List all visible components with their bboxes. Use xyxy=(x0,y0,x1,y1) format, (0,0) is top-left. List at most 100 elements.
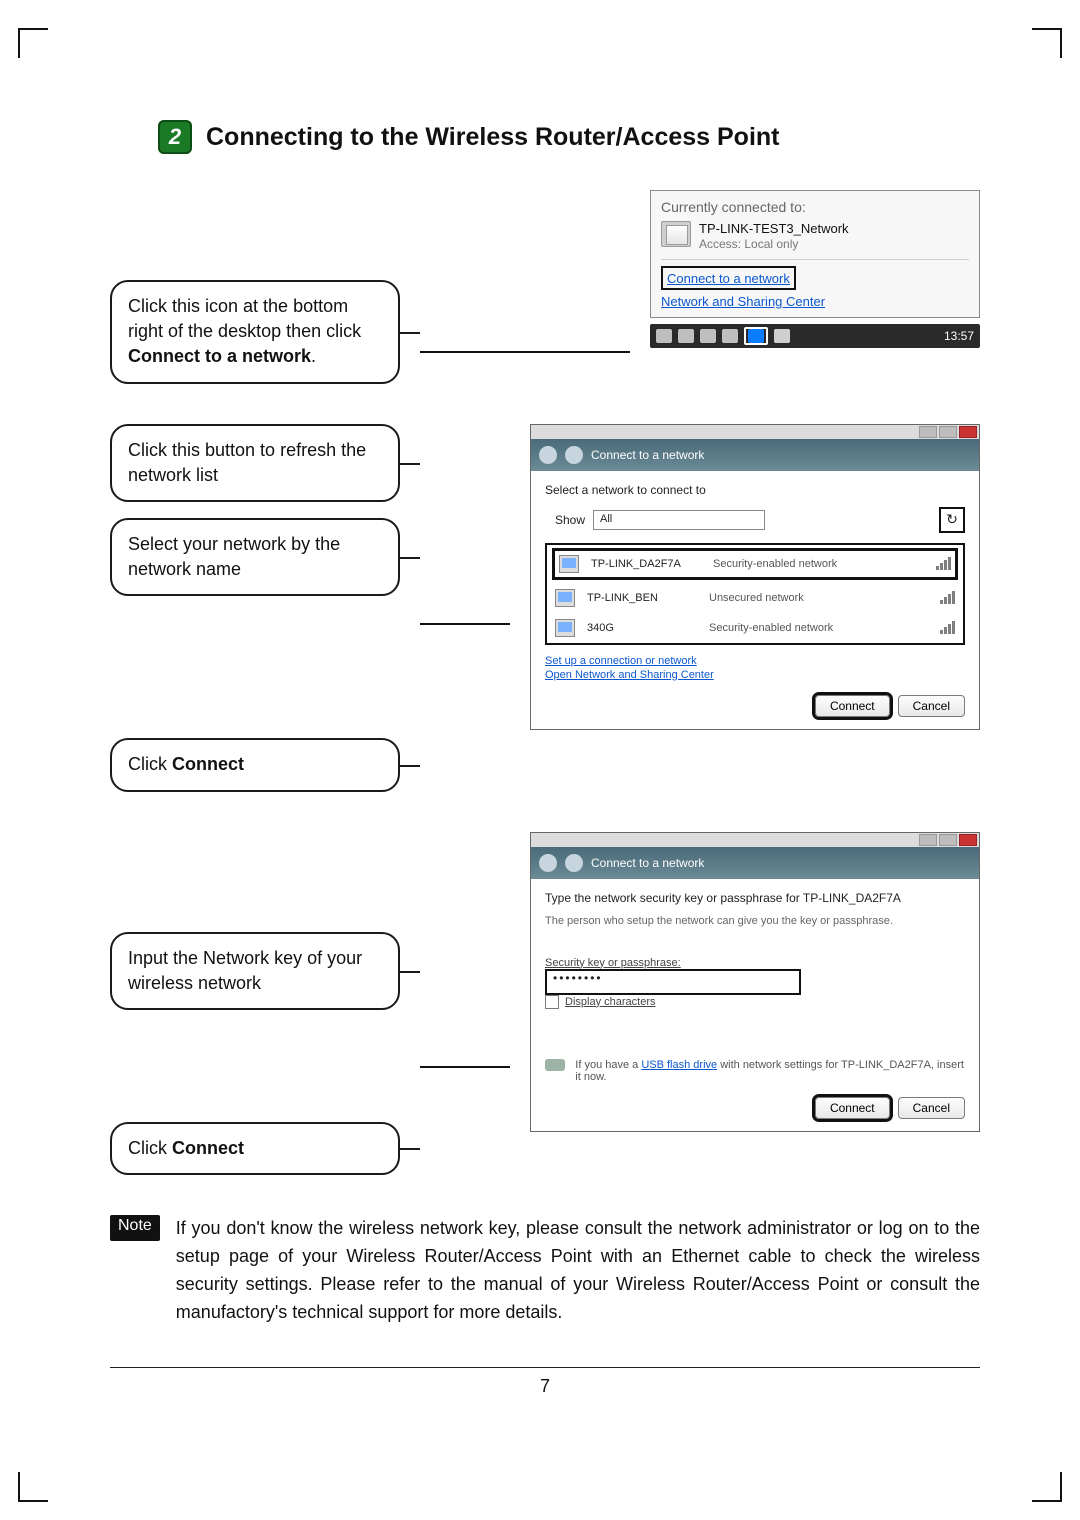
minimize-button[interactable] xyxy=(919,834,937,846)
callout-refresh: Click this button to refresh the network… xyxy=(110,424,400,502)
section-title: Connecting to the Wireless Router/Access… xyxy=(206,123,780,152)
usb-hint: If you have a USB flash drive with netwo… xyxy=(575,1059,965,1083)
network-item[interactable]: TP-LINK_BEN Unsecured network xyxy=(555,589,955,607)
step-number-badge: 2 xyxy=(158,120,192,154)
callout-bold: Connect to a network xyxy=(128,346,311,366)
tray-icon xyxy=(678,329,694,343)
usb-hint-pre: If you have a xyxy=(575,1059,641,1071)
callout-click-connect-2: Click Connect xyxy=(110,1122,400,1175)
passphrase-hint: The person who setup the network can giv… xyxy=(545,915,965,927)
passphrase-prompt: Type the network security key or passphr… xyxy=(545,891,965,905)
close-button[interactable] xyxy=(959,426,977,438)
dialog-header: Connect to a network xyxy=(531,439,979,471)
cancel-button[interactable]: Cancel xyxy=(898,695,965,717)
dialog-prompt: Select a network to connect to xyxy=(545,483,965,497)
network-item[interactable]: TP-LINK_DA2F7A Security-enabled network xyxy=(555,551,955,577)
callout-input-key: Input the Network key of your wireless n… xyxy=(110,932,400,1010)
dialog-header: Connect to a network xyxy=(531,847,979,879)
network-name: 340G xyxy=(587,622,697,634)
connect-to-network-highlight: Connect to a network xyxy=(661,266,796,290)
connector-line xyxy=(420,351,630,353)
close-button[interactable] xyxy=(959,834,977,846)
icon-glyph xyxy=(565,446,583,464)
crop-mark-bl xyxy=(18,1472,48,1502)
network-name: TP-LINK_DA2F7A xyxy=(591,558,701,570)
tray-icon xyxy=(700,329,716,343)
tray-clock: 13:57 xyxy=(944,329,974,343)
network-list: TP-LINK_DA2F7A Security-enabled network … xyxy=(545,543,965,645)
refresh-button[interactable]: ↻ xyxy=(939,507,965,533)
checkbox-icon xyxy=(545,995,559,1009)
display-characters-checkbox[interactable]: Display characters xyxy=(545,995,965,1009)
network-select-dialog: Connect to a network Select a network to… xyxy=(530,424,980,730)
show-filter-select[interactable]: All xyxy=(593,510,765,530)
connect-button[interactable]: Connect xyxy=(815,1097,890,1119)
note-text: If you don't know the wireless network k… xyxy=(176,1215,980,1327)
security-key-value: •••••••• xyxy=(553,971,603,985)
dialog-title: Connect to a network xyxy=(591,448,704,462)
signal-strength-icon xyxy=(936,557,951,570)
cancel-button[interactable]: Cancel xyxy=(898,1097,965,1119)
section-heading: 2 Connecting to the Wireless Router/Acce… xyxy=(158,120,980,154)
page-number: 7 xyxy=(110,1376,980,1397)
focused-tray-area xyxy=(744,327,768,345)
icon-glyph xyxy=(565,854,583,872)
signal-strength-icon xyxy=(940,621,955,634)
signal-strength-icon xyxy=(940,591,955,604)
note-tag: Note xyxy=(110,1215,160,1241)
maximize-button[interactable] xyxy=(939,426,957,438)
passphrase-dialog: Connect to a network Type the network se… xyxy=(530,832,980,1132)
callout-text: Click xyxy=(128,1138,172,1158)
dialog-titlebar xyxy=(531,833,979,847)
open-sharing-center-link[interactable]: Open Network and Sharing Center xyxy=(545,669,965,681)
callout-bold: Connect xyxy=(172,1138,244,1158)
crop-mark-tl xyxy=(18,28,48,58)
home-icon xyxy=(661,221,691,247)
volume-tray-icon[interactable] xyxy=(774,329,790,343)
dialog-titlebar xyxy=(531,425,979,439)
show-label: Show xyxy=(555,513,585,527)
back-button-icon[interactable] xyxy=(539,446,557,464)
network-security: Security-enabled network xyxy=(713,558,893,570)
computer-icon xyxy=(555,619,575,637)
network-tray-icon[interactable] xyxy=(748,329,764,343)
maximize-button[interactable] xyxy=(939,834,957,846)
network-and-sharing-center-link[interactable]: Network and Sharing Center xyxy=(661,294,969,309)
security-key-label: Security key or passphrase: xyxy=(545,957,965,969)
callout-click-connect-1: Click Connect xyxy=(110,738,400,791)
callout-text: Click xyxy=(128,754,172,774)
crop-mark-tr xyxy=(1032,28,1062,58)
refresh-icon: ↻ xyxy=(946,511,958,528)
current-network-access: Access: Local only xyxy=(699,237,849,251)
display-characters-label: Display characters xyxy=(565,996,655,1008)
callout-bold: Connect xyxy=(172,754,244,774)
connect-to-network-link[interactable]: Connect to a network xyxy=(667,271,790,286)
tray-icon xyxy=(722,329,738,343)
dialog-title: Connect to a network xyxy=(591,856,704,870)
current-network-name: TP-LINK-TEST3_Network xyxy=(699,221,849,237)
security-key-input[interactable]: •••••••• xyxy=(545,969,801,995)
callout-select-network: Select your network by the network name xyxy=(110,518,400,596)
connector-line xyxy=(420,1066,510,1068)
setup-connection-link[interactable]: Set up a connection or network xyxy=(545,655,965,667)
show-filter-value: All xyxy=(594,513,612,525)
connect-button[interactable]: Connect xyxy=(815,695,890,717)
callout-text: Click this icon at the bottom right of t… xyxy=(128,296,361,341)
network-security: Security-enabled network xyxy=(709,622,889,634)
system-tray: 13:57 xyxy=(650,324,980,348)
minimize-button[interactable] xyxy=(919,426,937,438)
network-item[interactable]: 340G Security-enabled network xyxy=(555,619,955,637)
note-block: Note If you don't know the wireless netw… xyxy=(110,1215,980,1327)
network-security: Unsecured network xyxy=(709,592,889,604)
popup-header: Currently connected to: xyxy=(661,199,969,215)
computer-icon xyxy=(559,555,579,573)
callout-period: . xyxy=(311,346,316,366)
back-button-icon[interactable] xyxy=(539,854,557,872)
network-name: TP-LINK_BEN xyxy=(587,592,697,604)
usb-drive-icon xyxy=(545,1059,565,1071)
computer-icon xyxy=(555,589,575,607)
tray-icon xyxy=(656,329,672,343)
usb-flash-drive-link[interactable]: USB flash drive xyxy=(641,1059,717,1071)
footer-rule xyxy=(110,1367,980,1368)
crop-mark-br xyxy=(1032,1472,1062,1502)
